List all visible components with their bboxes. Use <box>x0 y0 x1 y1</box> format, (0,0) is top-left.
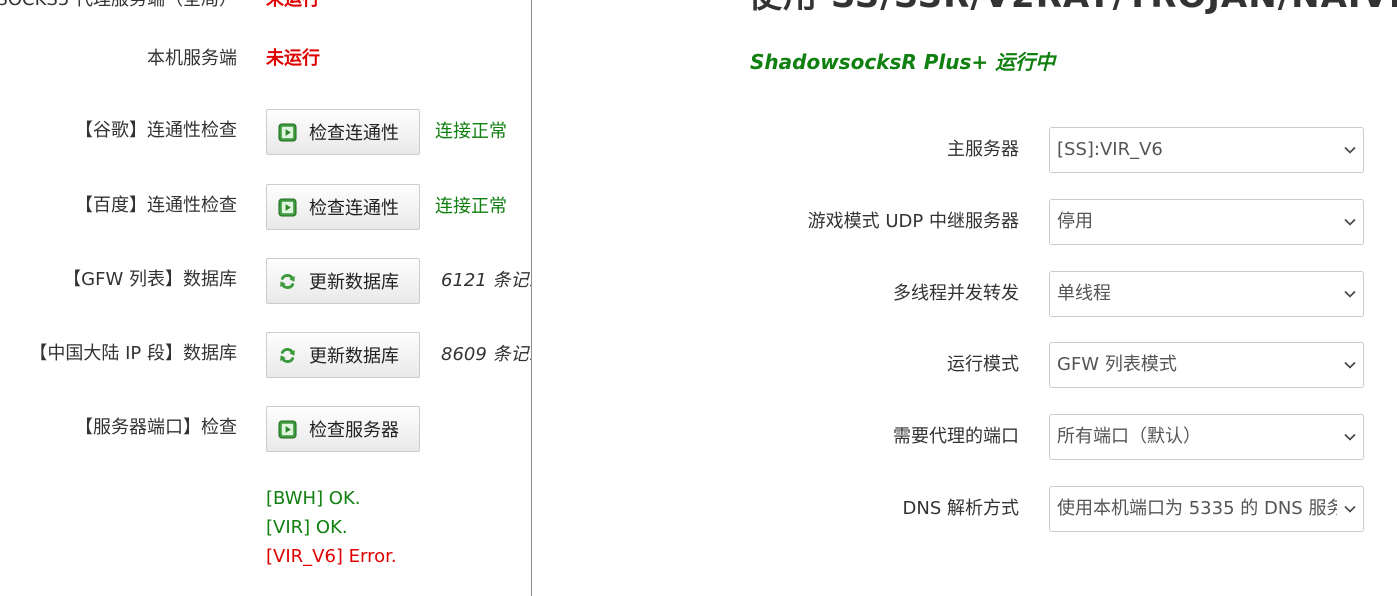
dns-mode-value: 使用本机端口为 5335 的 DNS 服务 <box>1057 498 1337 519</box>
google-check-row: 【谷歌】连通性检查 检查连通性 连接正常 <box>0 109 531 155</box>
chevron-down-icon <box>1344 290 1356 298</box>
dns-mode-label: DNS 解析方式 <box>902 498 1019 519</box>
threads-select[interactable]: 单线程 <box>1049 271 1364 317</box>
running-status: ShadowsocksR Plus+ 运行中 <box>750 50 1056 74</box>
gfw-record-count: 6121 条记录 <box>441 270 531 291</box>
settings-panel: 使用 SS/SSR/V2RAY/TROJAN/NAIVEPROXY/SOCKS5… <box>532 0 1397 596</box>
refresh-icon <box>280 347 295 363</box>
gfw-update-button-label: 更新数据库 <box>309 272 399 293</box>
socks5-status: 未运行 <box>266 0 320 22</box>
threads-row: 多线程并发转发 单线程 <box>532 271 1397 317</box>
server-result-bwh: [BWH] OK. <box>266 488 361 509</box>
udp-relay-row: 游戏模式 UDP 中继服务器 停用 <box>532 199 1397 245</box>
china-ip-record-count: 8609 条记录 <box>441 344 531 365</box>
udp-relay-label: 游戏模式 UDP 中继服务器 <box>807 211 1019 232</box>
gfw-update-button[interactable]: 更新数据库 <box>266 258 420 304</box>
proxy-ports-label: 需要代理的端口 <box>893 426 1019 447</box>
status-panel: SOCKS5 代理服务端（全局） 未运行 本机服务端 未运行 【谷歌】连通性检查… <box>0 0 532 596</box>
proxy-ports-value: 所有端口（默认） <box>1057 426 1201 447</box>
baidu-check-button[interactable]: 检查连通性 <box>266 184 420 230</box>
section-heading: 使用 SS/SSR/V2RAY/TROJAN/NAIVEPROXY/SOCKS5 <box>748 0 1397 17</box>
google-check-button-label: 检查连通性 <box>309 123 399 144</box>
dns-mode-row: DNS 解析方式 使用本机端口为 5335 的 DNS 服务 <box>532 486 1397 532</box>
server-result-vir: [VIR] OK. <box>266 517 348 538</box>
baidu-check-button-label: 检查连通性 <box>309 198 399 219</box>
main-server-select[interactable]: [SS]:VIR_V6 <box>1049 127 1364 173</box>
server-port-check-label: 【服务器端口】检查 <box>75 417 237 438</box>
play-icon <box>278 122 297 142</box>
local-server-label: 本机服务端 <box>147 48 237 69</box>
baidu-check-result: 连接正常 <box>435 196 507 217</box>
run-mode-value: GFW 列表模式 <box>1057 354 1177 375</box>
check-server-button-label: 检查服务器 <box>309 420 399 441</box>
threads-label: 多线程并发转发 <box>893 283 1019 304</box>
baidu-check-label: 【百度】连通性检查 <box>75 195 237 216</box>
chevron-down-icon <box>1344 146 1356 154</box>
dns-mode-select[interactable]: 使用本机端口为 5335 的 DNS 服务 <box>1049 486 1364 532</box>
main-server-value: [SS]:VIR_V6 <box>1057 139 1163 160</box>
threads-value: 单线程 <box>1057 283 1111 304</box>
china-ip-update-button-label: 更新数据库 <box>309 346 399 367</box>
refresh-icon <box>280 273 295 289</box>
google-check-label: 【谷歌】连通性检查 <box>75 120 237 141</box>
udp-relay-value: 停用 <box>1057 211 1093 232</box>
run-mode-label: 运行模式 <box>947 354 1019 375</box>
google-check-result: 连接正常 <box>435 121 507 142</box>
chevron-down-icon <box>1344 505 1356 513</box>
play-icon <box>278 419 297 439</box>
chevron-down-icon <box>1344 433 1356 441</box>
china-ip-update-button[interactable]: 更新数据库 <box>266 332 420 378</box>
proxy-ports-select[interactable]: 所有端口（默认） <box>1049 414 1364 460</box>
socks5-label: SOCKS5 代理服务端（全局） <box>0 0 237 22</box>
server-port-check-row: 【服务器端口】检查 检查服务器 <box>0 406 531 452</box>
server-check-results: [BWH] OK. [VIR] OK. [VIR_V6] Error. <box>266 484 397 571</box>
local-server-row: 本机服务端 未运行 <box>0 37 531 81</box>
check-server-button[interactable]: 检查服务器 <box>266 406 420 452</box>
main-server-row: 主服务器 [SS]:VIR_V6 <box>532 127 1397 173</box>
baidu-check-row: 【百度】连通性检查 检查连通性 连接正常 <box>0 184 531 230</box>
chevron-down-icon <box>1344 218 1356 226</box>
run-mode-row: 运行模式 GFW 列表模式 <box>532 342 1397 388</box>
run-mode-select[interactable]: GFW 列表模式 <box>1049 342 1364 388</box>
udp-relay-select[interactable]: 停用 <box>1049 199 1364 245</box>
china-ip-db-row: 【中国大陆 IP 段】数据库 更新数据库 8609 条记录 <box>0 332 531 378</box>
china-ip-db-label: 【中国大陆 IP 段】数据库 <box>29 343 237 364</box>
main-server-label: 主服务器 <box>947 139 1019 160</box>
google-check-button[interactable]: 检查连通性 <box>266 109 420 155</box>
gfw-db-label: 【GFW 列表】数据库 <box>63 269 237 290</box>
chevron-down-icon <box>1344 361 1356 369</box>
socks5-status-row: SOCKS5 代理服务端（全局） 未运行 <box>0 0 531 22</box>
server-result-vir-v6: [VIR_V6] Error. <box>266 546 397 567</box>
proxy-ports-row: 需要代理的端口 所有端口（默认） <box>532 414 1397 460</box>
local-server-status: 未运行 <box>266 48 320 69</box>
gfw-db-row: 【GFW 列表】数据库 更新数据库 6121 条记录 <box>0 258 531 304</box>
play-icon <box>278 197 297 217</box>
app-root: SOCKS5 代理服务端（全局） 未运行 本机服务端 未运行 【谷歌】连通性检查… <box>0 0 1397 596</box>
